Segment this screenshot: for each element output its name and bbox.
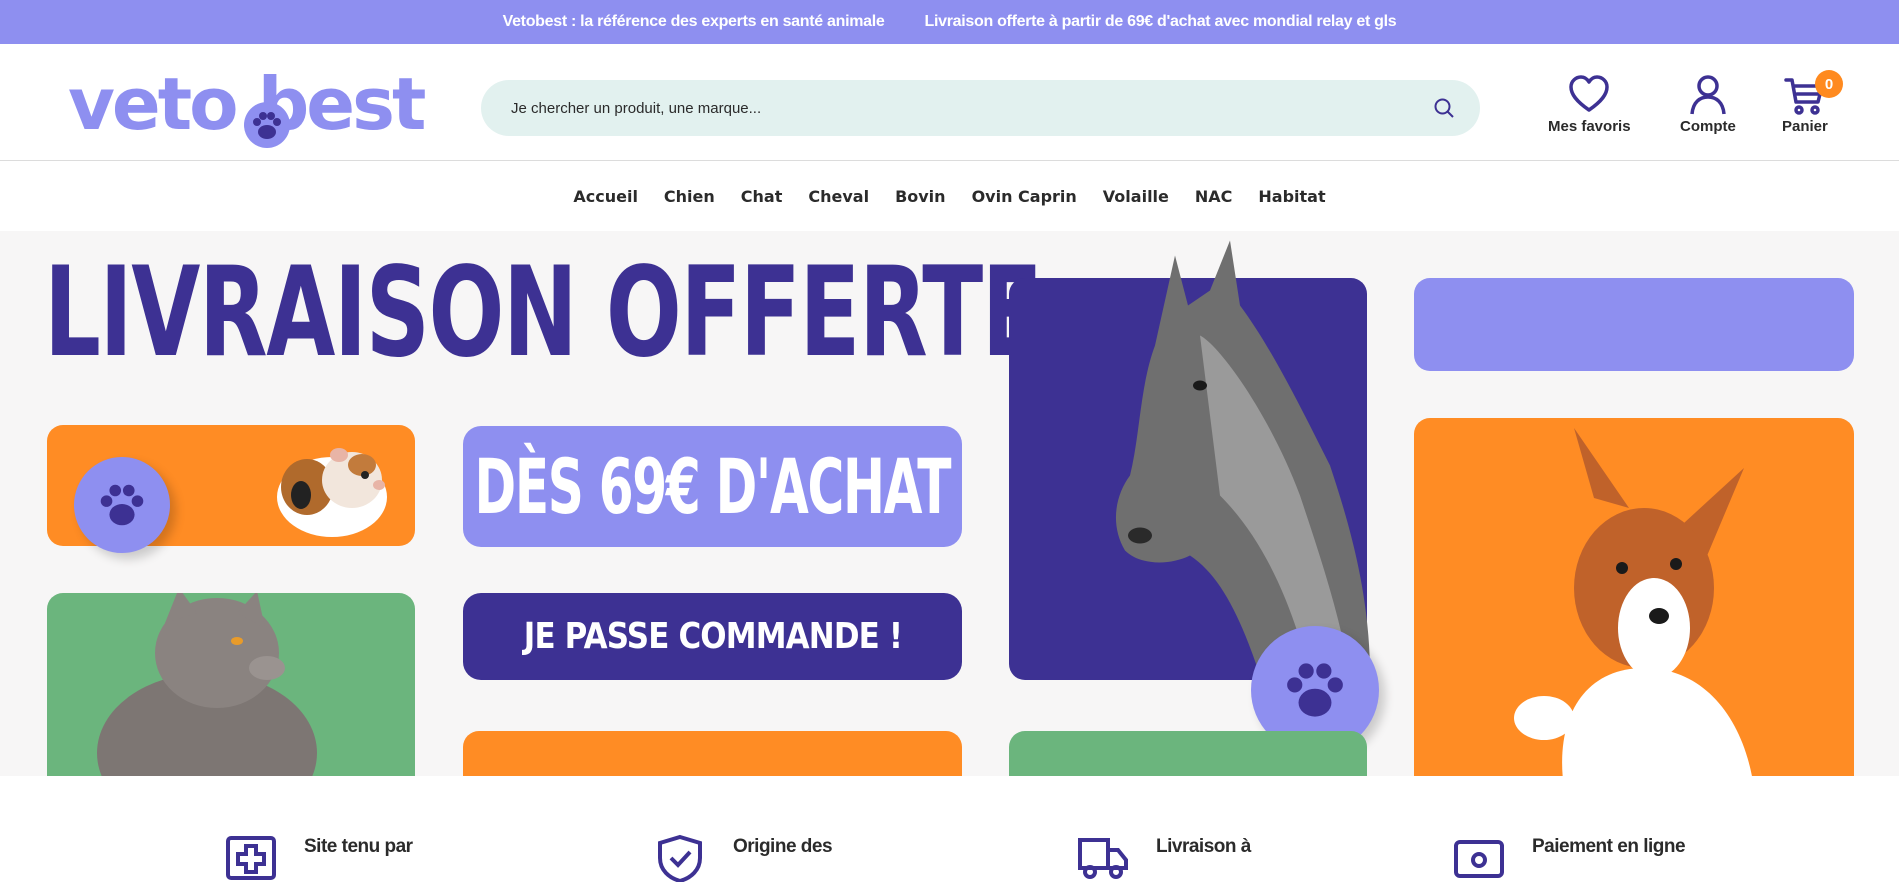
horse-image: [1115, 240, 1370, 676]
search-input[interactable]: [511, 80, 1411, 136]
paw-icon: [100, 484, 144, 526]
feature-item: Paiement en ligne: [1452, 834, 1686, 882]
announcement-bar: Vetobest : la référence des experts en s…: [0, 0, 1899, 44]
order-cta-label: JE PASSE COMMANDE !: [523, 616, 902, 657]
feature-item: Origine des: [653, 834, 833, 882]
paw-icon: [1287, 663, 1343, 717]
account-label: Compte: [1680, 118, 1736, 135]
guinea-pig-image: [277, 448, 387, 537]
cat-image: [97, 593, 317, 776]
announcement-message-delivery: Livraison offerte à partir de 69€ d'acha…: [924, 13, 1397, 30]
favorites-label: Mes favoris: [1548, 118, 1631, 135]
medical-cross-icon: [226, 836, 276, 880]
nav-item-habitat[interactable]: Habitat: [1258, 187, 1325, 206]
nav-item-accueil[interactable]: Accueil: [573, 187, 638, 206]
favorites-button[interactable]: Mes favoris: [1548, 74, 1631, 135]
nav-item-ovin-caprin[interactable]: Ovin Caprin: [972, 187, 1077, 206]
feature-label: Paiement en ligne: [1532, 836, 1686, 857]
paw-badge-left: [74, 457, 170, 553]
search-bar: [481, 80, 1480, 136]
site-header: veto best Mes favoris Compte: [0, 44, 1899, 161]
cart-label: Panier: [1782, 118, 1828, 135]
hero-banner[interactable]: LIVRAISON OFFERTE DÈS 69€ D'ACHAT JE PAS…: [0, 231, 1899, 776]
announcement-message-experts: Vetobest : la référence des experts en s…: [502, 13, 885, 30]
cart-count-badge: 0: [1815, 70, 1843, 98]
order-cta-button[interactable]: JE PASSE COMMANDE !: [463, 593, 962, 680]
hero-title: LIVRAISON OFFERTE: [44, 241, 1043, 385]
nav-item-volaille[interactable]: Volaille: [1103, 187, 1169, 206]
feature-item: Livraison à: [1076, 834, 1251, 882]
account-button[interactable]: Compte: [1680, 74, 1736, 135]
cart-button[interactable]: 0 Panier: [1782, 70, 1843, 135]
shield-check-icon: [658, 834, 702, 882]
nav-item-cheval[interactable]: Cheval: [808, 187, 869, 206]
nav-item-chat[interactable]: Chat: [741, 187, 783, 206]
heart-icon: [1569, 75, 1610, 112]
user-icon: [1690, 75, 1726, 115]
dog-tile: [1414, 418, 1854, 776]
feature-item: Site tenu par: [224, 834, 413, 882]
cat-tile: [47, 593, 415, 776]
minimum-order-banner: DÈS 69€ D'ACHAT: [463, 426, 962, 547]
green-tile-bottom: [1009, 731, 1367, 776]
lavender-tile-top: [1414, 278, 1854, 371]
main-navigation: Accueil Chien Chat Cheval Bovin Ovin Cap…: [0, 161, 1899, 231]
truck-icon: [1078, 838, 1128, 879]
dog-image: [1514, 428, 1752, 776]
feature-label: Origine des: [733, 836, 833, 857]
orange-tile-bottom: [463, 731, 962, 776]
nav-item-chien[interactable]: Chien: [664, 187, 715, 206]
search-icon[interactable]: [1432, 96, 1456, 120]
feature-label: Site tenu par: [304, 836, 413, 857]
reassurance-strip: Site tenu par Origine des Livraison à Pa…: [0, 776, 1899, 882]
nav-item-bovin[interactable]: Bovin: [895, 187, 946, 206]
nav-item-nac[interactable]: NAC: [1195, 187, 1233, 206]
minimum-order-text: DÈS 69€ D'ACHAT: [474, 442, 952, 531]
paw-icon: [244, 102, 290, 148]
feature-label: Livraison à: [1156, 836, 1251, 857]
vetobest-logo[interactable]: veto best: [68, 68, 426, 148]
card-icon: [1454, 840, 1504, 878]
